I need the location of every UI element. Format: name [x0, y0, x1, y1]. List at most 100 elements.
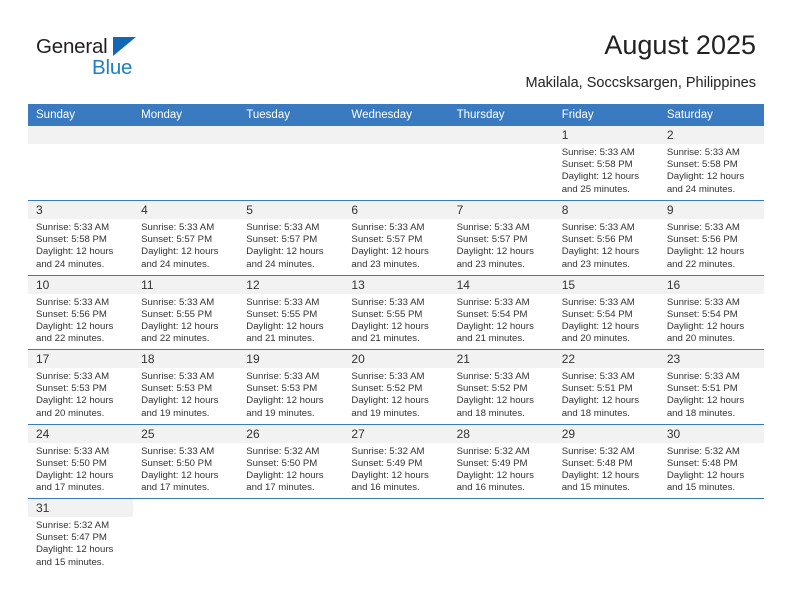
day-cell-inner: 19 Sunrise: 5:33 AM Sunset: 5:53 PM Dayligh… — [238, 350, 344, 424]
weekday-header-sunday: Sunday — [28, 104, 134, 126]
day-number: 20 — [343, 350, 449, 368]
page-subtitle: Makilala, Soccsksargen, Philippines — [525, 75, 757, 91]
sunset-text: Sunset: 5:47 PM — [36, 532, 107, 544]
sunset-text: Sunset: 5:49 PM — [456, 457, 528, 469]
daylight-text: Daylight: 12 hours and 19 minutes. — [351, 395, 429, 419]
sunrise-text: Sunrise: 5:33 AM — [141, 445, 215, 457]
daylight-text: Daylight: 12 hours and 17 minutes. — [246, 469, 324, 494]
calendar-week-row: 31 Sunrise: 5:32 AM Sunset: 5:47 PM Dayligh… — [28, 498, 764, 573]
day-number — [133, 126, 239, 144]
calendar-day-cell[interactable]: 31 Sunrise: 5:32 AM Sunset: 5:47 PM Dayligh… — [28, 498, 134, 573]
sunrise-text: Sunrise: 5:33 AM — [246, 296, 320, 308]
day-info: Sunrise: 5:33 AM Sunset: 5:53 PM Daylight:… — [28, 368, 133, 420]
calendar-day-cell[interactable] — [238, 126, 344, 201]
sunrise-text: Sunrise: 5:33 AM — [36, 371, 110, 382]
calendar-day-cell[interactable]: 12 Sunrise: 5:33 AM Sunset: 5:55 PM Dayligh… — [238, 274, 344, 350]
day-info: Sunrise: 5:33 AM Sunset: 5:51 PM Daylight:… — [659, 368, 764, 420]
daylight-text: Daylight: 12 hours and 16 minutes. — [456, 469, 534, 494]
calendar-day-cell[interactable]: 13 Sunrise: 5:33 AM Sunset: 5:55 PM Dayligh… — [343, 274, 449, 350]
calendar-day-cell[interactable]: 26 Sunrise: 5:32 AM Sunset: 5:50 PM Dayligh… — [238, 423, 344, 499]
calendar-day-cell[interactable]: 24 Sunrise: 5:33 AM Sunset: 5:50 PM Dayligh… — [28, 423, 134, 499]
calendar-day-cell[interactable]: 28 Sunrise: 5:32 AM Sunset: 5:49 PM Dayligh… — [448, 423, 554, 499]
day-info: Sunrise: 5:33 AM Sunset: 5:51 PM Daylight:… — [554, 368, 659, 420]
calendar-week-row: 17 Sunrise: 5:33 AM Sunset: 5:53 PM Dayligh… — [28, 349, 764, 424]
day-number: 3 — [28, 201, 134, 219]
calendar-day-cell[interactable]: 7 Sunrise: 5:33 AM Sunset: 5:57 PM Daylight… — [448, 200, 554, 275]
calendar-day-cell[interactable]: 23 Sunrise: 5:33 AM Sunset: 5:51 PM Dayligh… — [658, 349, 764, 424]
day-number: 6 — [343, 201, 449, 219]
weekday-header-friday: Friday — [553, 104, 659, 126]
sunset-text: Sunset: 5:53 PM — [246, 383, 318, 395]
calendar-day-cell[interactable]: 16 Sunrise: 5:33 AM Sunset: 5:54 PM Dayligh… — [658, 274, 764, 350]
sunset-text: Sunset: 5:58 PM — [36, 234, 107, 246]
sunrise-text: Sunrise: 5:33 AM — [666, 147, 740, 158]
calendar-day-cell[interactable]: 22 Sunrise: 5:33 AM Sunset: 5:51 PM Dayligh… — [553, 349, 659, 424]
calendar-cell-blank — [343, 498, 449, 573]
day-info: Sunrise: 5:33 AM Sunset: 5:58 PM Daylight:… — [28, 219, 133, 271]
calendar-day-cell[interactable]: 29 Sunrise: 5:32 AM Sunset: 5:48 PM Dayligh… — [553, 423, 659, 499]
day-number: 15 — [553, 275, 659, 294]
calendar-day-cell[interactable]: 9 Sunrise: 5:33 AM Sunset: 5:56 PM Daylight… — [658, 200, 764, 275]
calendar-day-cell[interactable]: 15 Sunrise: 5:33 AM Sunset: 5:54 PM Dayligh… — [553, 274, 659, 350]
calendar-header-row: Sunday Monday Tuesday Wednesday Thursday… — [28, 104, 764, 126]
daylight-text: Daylight: 12 hours and 24 minutes. — [666, 171, 745, 195]
calendar-cell-blank — [238, 498, 344, 573]
calendar-day-cell[interactable]: 25 Sunrise: 5:33 AM Sunset: 5:50 PM Dayligh… — [133, 423, 239, 499]
daylight-text: Daylight: 12 hours and 17 minutes. — [36, 469, 114, 494]
day-cell-inner — [133, 126, 239, 200]
calendar-day-cell[interactable] — [28, 126, 134, 201]
calendar-day-cell[interactable]: 5 Sunrise: 5:33 AM Sunset: 5:57 PM Daylight… — [238, 200, 344, 275]
day-info: Sunrise: 5:33 AM Sunset: 5:50 PM Daylight:… — [28, 443, 133, 495]
calendar-week-row: 3 Sunrise: 5:33 AM Sunset: 5:58 PM Daylight… — [28, 200, 764, 275]
calendar-day-cell[interactable] — [133, 126, 239, 201]
daylight-text: Daylight: 12 hours and 17 minutes. — [141, 469, 219, 494]
day-number: 17 — [28, 350, 134, 368]
daylight-text: Daylight: 12 hours and 24 minutes. — [141, 246, 219, 270]
sunset-text: Sunset: 5:57 PM — [351, 234, 423, 246]
calendar-day-cell[interactable]: 10 Sunrise: 5:33 AM Sunset: 5:56 PM Dayligh… — [28, 274, 134, 350]
calendar-day-cell[interactable]: 1 Sunrise: 5:33 AM Sunset: 5:58 PM Daylight… — [553, 126, 659, 201]
sunset-text: Sunset: 5:57 PM — [456, 234, 528, 246]
calendar-day-cell[interactable]: 4 Sunrise: 5:33 AM Sunset: 5:57 PM Daylight… — [133, 200, 239, 275]
sunset-text: Sunset: 5:53 PM — [141, 383, 213, 395]
calendar-day-cell[interactable]: 11 Sunrise: 5:33 AM Sunset: 5:55 PM Dayligh… — [133, 274, 239, 350]
calendar-page: General Blue August 2025 Makilala, Soccs… — [0, 0, 792, 612]
day-cell-inner: 7 Sunrise: 5:33 AM Sunset: 5:57 PM Daylight… — [448, 201, 554, 275]
day-number: 28 — [448, 424, 554, 443]
calendar-day-cell[interactable]: 19 Sunrise: 5:33 AM Sunset: 5:53 PM Dayligh… — [238, 349, 344, 424]
calendar-day-cell[interactable]: 3 Sunrise: 5:33 AM Sunset: 5:58 PM Daylight… — [28, 200, 134, 275]
day-number: 19 — [238, 350, 344, 368]
calendar-day-cell[interactable]: 27 Sunrise: 5:32 AM Sunset: 5:49 PM Dayligh… — [343, 423, 449, 499]
calendar-week-row: 10 Sunrise: 5:33 AM Sunset: 5:56 PM Dayligh… — [28, 274, 764, 350]
sunrise-text: Sunrise: 5:33 AM — [36, 222, 110, 233]
daylight-text: Daylight: 12 hours and 25 minutes. — [561, 171, 640, 195]
sunset-text: Sunset: 5:56 PM — [666, 234, 738, 246]
general-blue-logo[interactable]: General Blue — [36, 36, 196, 86]
day-number: 8 — [553, 201, 659, 219]
sunrise-text: Sunrise: 5:33 AM — [351, 371, 425, 382]
day-info: Sunrise: 5:33 AM Sunset: 5:57 PM Daylight:… — [238, 219, 343, 271]
day-cell-inner: 23 Sunrise: 5:33 AM Sunset: 5:51 PM Dayligh… — [658, 350, 764, 424]
calendar-day-cell[interactable]: 30 Sunrise: 5:32 AM Sunset: 5:48 PM Dayligh… — [658, 423, 764, 499]
calendar-day-cell[interactable]: 17 Sunrise: 5:33 AM Sunset: 5:53 PM Dayligh… — [28, 349, 134, 424]
calendar-day-cell[interactable]: 2 Sunrise: 5:33 AM Sunset: 5:58 PM Daylight… — [658, 126, 764, 201]
day-info: Sunrise: 5:33 AM Sunset: 5:54 PM Daylight:… — [554, 294, 659, 346]
calendar-day-cell[interactable]: 6 Sunrise: 5:33 AM Sunset: 5:57 PM Daylight… — [343, 200, 449, 275]
calendar-day-cell[interactable]: 8 Sunrise: 5:33 AM Sunset: 5:56 PM Daylight… — [553, 200, 659, 275]
day-number: 14 — [448, 275, 554, 294]
day-number — [28, 126, 134, 144]
weekday-header-saturday: Saturday — [658, 104, 764, 126]
calendar-day-cell[interactable]: 21 Sunrise: 5:33 AM Sunset: 5:52 PM Dayligh… — [448, 349, 554, 424]
calendar-day-cell[interactable] — [448, 126, 554, 201]
day-number — [448, 126, 554, 144]
sunset-text: Sunset: 5:50 PM — [246, 457, 318, 469]
sunrise-text: Sunrise: 5:33 AM — [351, 222, 425, 233]
daylight-text: Daylight: 12 hours and 22 minutes. — [666, 246, 745, 270]
calendar-day-cell[interactable]: 18 Sunrise: 5:33 AM Sunset: 5:53 PM Dayligh… — [133, 349, 239, 424]
sunset-text: Sunset: 5:55 PM — [246, 308, 318, 320]
calendar-day-cell[interactable]: 20 Sunrise: 5:33 AM Sunset: 5:52 PM Dayligh… — [343, 349, 449, 424]
calendar-day-cell[interactable] — [343, 126, 449, 201]
day-cell-inner — [28, 126, 134, 200]
daylight-text: Daylight: 12 hours and 24 minutes. — [36, 246, 114, 270]
calendar-day-cell[interactable]: 14 Sunrise: 5:33 AM Sunset: 5:54 PM Dayligh… — [448, 274, 554, 350]
